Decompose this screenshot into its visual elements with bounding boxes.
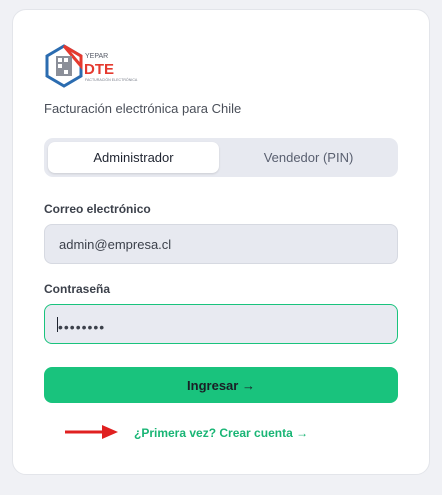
tab-vendedor-pin[interactable]: Vendedor (PIN) (223, 142, 394, 173)
logo-top-text: YEPAR (85, 53, 108, 60)
email-field[interactable] (44, 224, 398, 264)
logo-sub-text: FACTURACIÓN ELECTRÓNICA (85, 77, 138, 82)
password-label: Contraseña (44, 282, 111, 296)
ingresar-button[interactable]: Ingresar → (44, 367, 398, 403)
login-mode-toggle: Administrador Vendedor (PIN) (44, 138, 398, 177)
email-label: Correo electrónico (44, 202, 151, 216)
logo-main-text: DTE (84, 61, 114, 78)
create-account-link[interactable]: ¿Primera vez? Crear cuenta → (134, 426, 308, 440)
password-field[interactable] (44, 304, 398, 344)
text-caret (57, 317, 58, 332)
brand-tagline: Facturación electrónica para Chile (44, 101, 242, 116)
tab-administrador[interactable]: Administrador (48, 142, 219, 173)
yepar-dte-logo: YEPAR DTE FACTURACIÓN ELECTRÓNICA (45, 44, 138, 88)
annotation-arrow-icon (65, 425, 118, 439)
